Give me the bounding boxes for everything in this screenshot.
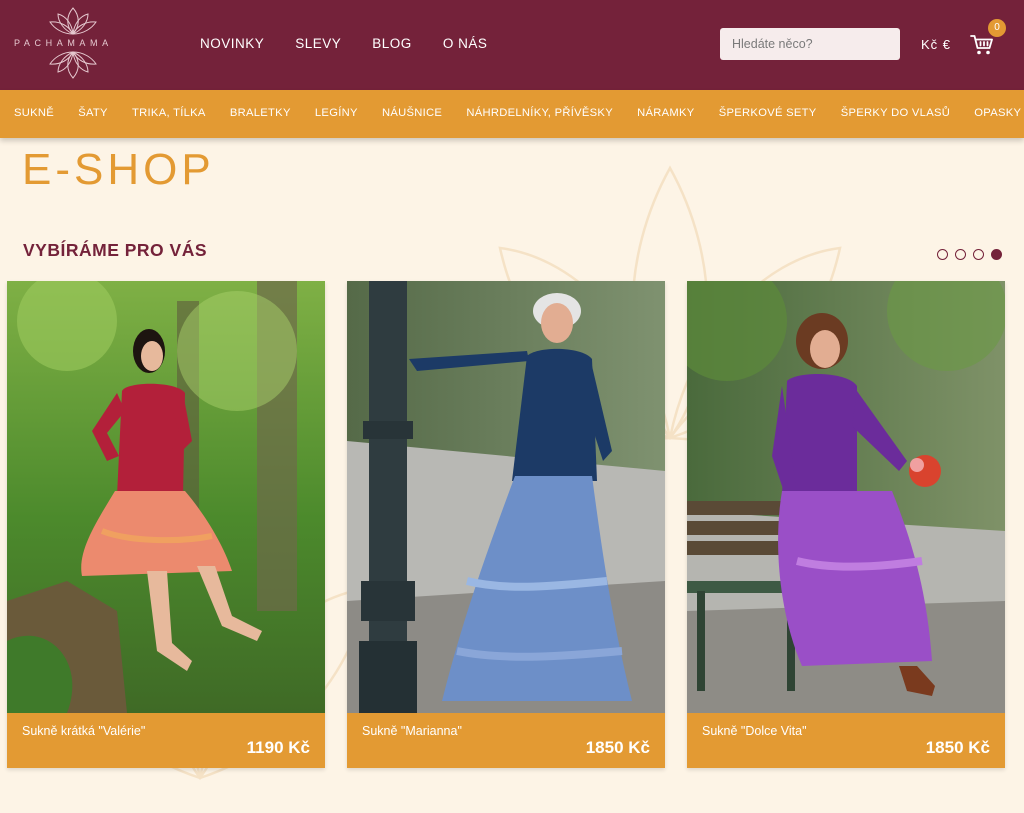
product-photo[interactable] bbox=[347, 281, 665, 713]
product-photo-valerie bbox=[7, 281, 325, 713]
logo-text: PACHAMAMA bbox=[14, 38, 113, 48]
category-sukne[interactable]: SUKNĚ bbox=[14, 107, 54, 119]
product-photo[interactable] bbox=[687, 281, 1005, 713]
product-card[interactable]: Sukně krátká "Valérie" 1190 Kč bbox=[7, 281, 325, 768]
product-price: 1190 Kč bbox=[246, 738, 310, 757]
page-title: E-SHOP bbox=[22, 145, 215, 194]
carousel-dot-2[interactable] bbox=[955, 249, 966, 260]
currency-toggle[interactable]: Kč € bbox=[921, 37, 951, 52]
product-photo-marianna bbox=[347, 281, 665, 713]
carousel-dot-4[interactable] bbox=[991, 249, 1002, 260]
search-input[interactable] bbox=[720, 28, 900, 60]
product-card[interactable]: Sukně "Dolce Vita" 1850 Kč bbox=[687, 281, 1005, 768]
product-price: 1850 Kč bbox=[585, 738, 650, 757]
product-photo-dolce-vita bbox=[687, 281, 1005, 713]
product-name[interactable]: Sukně "Dolce Vita" bbox=[702, 724, 807, 738]
carousel-dot-3[interactable] bbox=[973, 249, 984, 260]
category-saty[interactable]: ŠATY bbox=[78, 107, 108, 119]
product-name[interactable]: Sukně "Marianna" bbox=[362, 724, 462, 738]
category-sperkove-sety[interactable]: ŠPERKOVÉ SETY bbox=[719, 107, 817, 119]
carousel-dot-1[interactable] bbox=[937, 249, 948, 260]
product-photo[interactable] bbox=[7, 281, 325, 713]
section-title: VYBÍRÁME PRO VÁS bbox=[23, 240, 207, 260]
cart-icon bbox=[970, 35, 993, 55]
category-naramky[interactable]: NÁRAMKY bbox=[637, 107, 694, 119]
category-nav: SUKNĚ ŠATY TRIKA, TÍLKA BRALETKY LEGÍNY … bbox=[0, 90, 1024, 138]
category-sperky-do-vlasu[interactable]: ŠPERKY DO VLASŮ bbox=[841, 107, 950, 119]
nav-o-nas[interactable]: O NÁS bbox=[443, 36, 488, 51]
category-nausnice[interactable]: NÁUŠNICE bbox=[382, 107, 442, 119]
main-nav: NOVINKY SLEVY BLOG O NÁS bbox=[200, 36, 518, 51]
category-trika-tilka[interactable]: TRIKA, TÍLKA bbox=[132, 107, 206, 119]
category-nahrdelniky[interactable]: NÁHRDELNÍKY, PŘÍVĚSKY bbox=[466, 107, 613, 119]
pachamama-logo[interactable]: PACHAMAMA bbox=[14, 6, 132, 82]
nav-slevy[interactable]: SLEVY bbox=[295, 36, 341, 51]
carousel-pagination bbox=[937, 249, 1002, 260]
product-price: 1850 Kč bbox=[925, 738, 990, 757]
category-braletky[interactable]: BRALETKY bbox=[230, 107, 291, 119]
nav-blog[interactable]: BLOG bbox=[372, 36, 412, 51]
product-name[interactable]: Sukně krátká "Valérie" bbox=[22, 724, 145, 738]
category-leginy[interactable]: LEGÍNY bbox=[315, 107, 358, 119]
product-card[interactable]: Sukně "Marianna" 1850 Kč bbox=[347, 281, 665, 768]
cart-count-badge: 0 bbox=[988, 19, 1006, 37]
category-opasky[interactable]: OPASKY bbox=[974, 107, 1021, 119]
site-header: PACHAMAMA NOVINKY SLEVY BLOG O NÁS Kč € … bbox=[0, 0, 1024, 90]
cart-button[interactable] bbox=[970, 34, 994, 56]
nav-novinky[interactable]: NOVINKY bbox=[200, 36, 264, 51]
